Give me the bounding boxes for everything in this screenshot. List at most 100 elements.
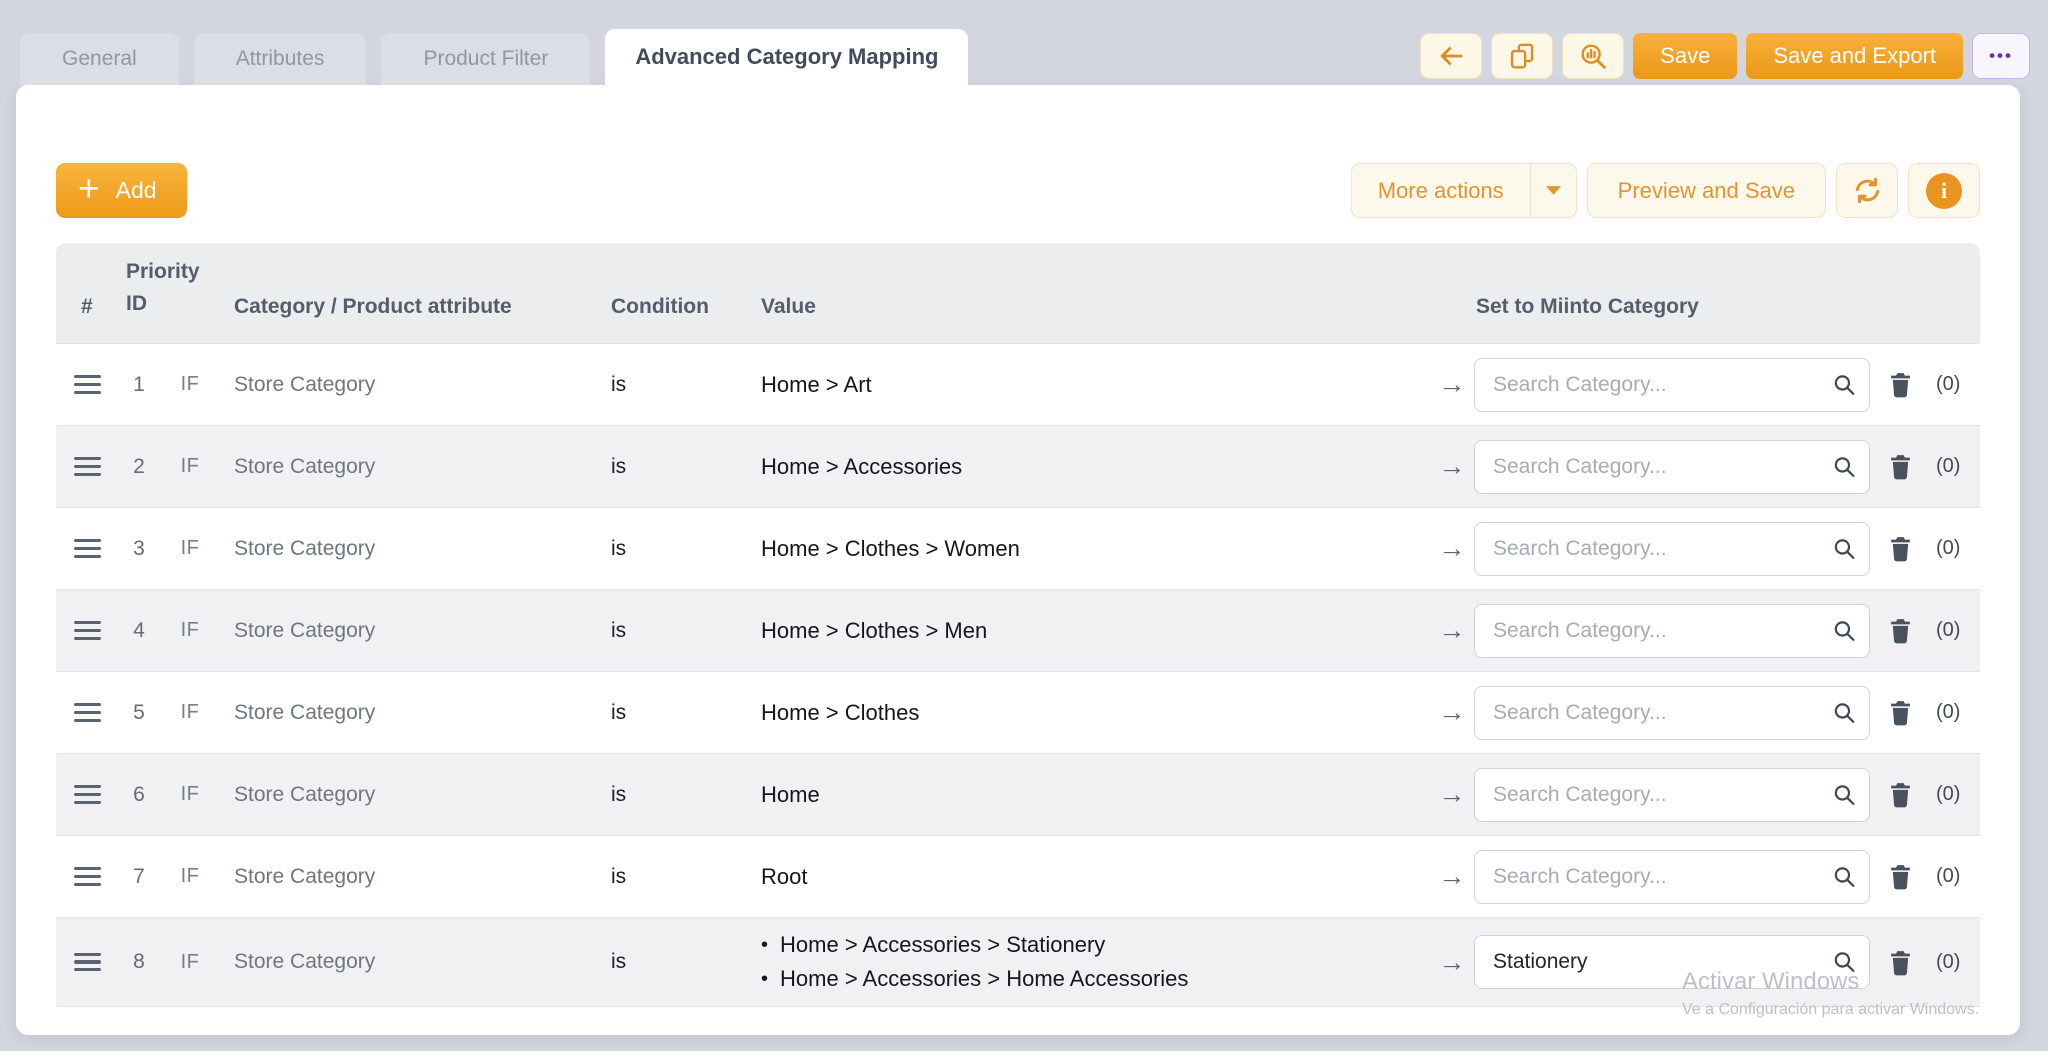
arrow-right-icon: →	[1430, 779, 1474, 810]
ellipsis-icon: •••	[1989, 46, 2013, 66]
table-row: 5 IF Store Category is Home > Clothes → …	[56, 671, 1980, 753]
row-priority-id: 5	[116, 701, 162, 725]
row-category-cell	[1474, 358, 1872, 412]
delete-row-button[interactable]	[1872, 371, 1928, 398]
arrow-right-icon: →	[1430, 451, 1474, 482]
search-icon[interactable]	[1832, 536, 1857, 561]
row-attribute: Store Category	[218, 619, 598, 643]
trash-icon	[1888, 949, 1913, 976]
row-value: Home > Clothes > Women	[748, 522, 1430, 576]
arrow-right-icon: →	[1430, 947, 1474, 978]
row-attribute: Store Category	[218, 537, 598, 561]
drag-handle[interactable]	[56, 867, 116, 886]
search-icon[interactable]	[1832, 864, 1857, 889]
drag-handle[interactable]	[56, 375, 116, 394]
drag-handle-icon	[74, 375, 101, 394]
row-if-label: IF	[162, 537, 218, 560]
table-row: 1 IF Store Category is Home > Art → (0)	[56, 343, 1980, 425]
more-options-button[interactable]: •••	[1972, 33, 2030, 79]
delete-row-button[interactable]	[1872, 699, 1928, 726]
table-header: # Priority ID Category / Product attribu…	[56, 243, 1980, 343]
row-attribute: Store Category	[218, 455, 598, 479]
row-category-cell	[1474, 604, 1872, 658]
drag-handle[interactable]	[56, 457, 116, 476]
trash-icon	[1888, 371, 1913, 398]
table-row: 6 IF Store Category is Home → (0)	[56, 753, 1980, 835]
header-priority-id: Priority ID	[116, 256, 218, 343]
drag-handle[interactable]	[56, 703, 116, 722]
row-priority-id: 7	[116, 865, 162, 889]
arrow-left-icon	[1436, 41, 1466, 71]
category-search-input[interactable]	[1474, 440, 1870, 494]
category-search-input[interactable]	[1474, 768, 1870, 822]
delete-row-button[interactable]	[1872, 535, 1928, 562]
row-condition: is	[598, 865, 748, 889]
delete-row-button[interactable]	[1872, 781, 1928, 808]
drag-handle[interactable]	[56, 539, 116, 558]
more-actions-button[interactable]: More actions	[1351, 163, 1531, 218]
header-set-to-category: Set to Miinto Category	[1474, 295, 1872, 343]
drag-handle[interactable]	[56, 785, 116, 804]
row-condition: is	[598, 783, 748, 807]
search-icon[interactable]	[1832, 454, 1857, 479]
row-if-label: IF	[162, 783, 218, 806]
save-and-export-button[interactable]: Save and Export	[1746, 33, 1963, 79]
tab-attributes[interactable]: Attributes	[194, 33, 367, 85]
category-search-input[interactable]	[1474, 522, 1870, 576]
tab-general[interactable]: General	[20, 33, 179, 85]
row-priority-id: 4	[116, 619, 162, 643]
info-button[interactable]: i	[1908, 163, 1980, 218]
table-row: 8 IF Store Category is •Home > Accessori…	[56, 917, 1980, 1007]
row-match-count: (0)	[1928, 373, 1980, 396]
drag-handle-icon	[74, 953, 101, 972]
row-if-label: IF	[162, 701, 218, 724]
category-search-input[interactable]	[1474, 935, 1870, 989]
category-search-input[interactable]	[1474, 604, 1870, 658]
table-row: 3 IF Store Category is Home > Clothes > …	[56, 507, 1980, 589]
category-search-input[interactable]	[1474, 358, 1870, 412]
copy-icon	[1507, 41, 1537, 71]
search-icon[interactable]	[1832, 782, 1857, 807]
search-icon[interactable]	[1832, 372, 1857, 397]
row-condition: is	[598, 701, 748, 725]
row-condition: is	[598, 373, 748, 397]
row-if-label: IF	[162, 619, 218, 642]
more-actions-dropdown-button[interactable]	[1531, 163, 1577, 218]
delete-row-button[interactable]	[1872, 617, 1928, 644]
search-icon[interactable]	[1832, 618, 1857, 643]
search-icon[interactable]	[1832, 950, 1857, 975]
tab-advanced-category-mapping[interactable]: Advanced Category Mapping	[605, 29, 968, 85]
trash-icon	[1888, 781, 1913, 808]
row-condition: is	[598, 455, 748, 479]
row-value: Home > Clothes > Men	[748, 604, 1430, 658]
tab-bar: General Attributes Product Filter Advanc…	[20, 33, 968, 85]
add-button[interactable]: + Add	[56, 163, 187, 218]
refresh-icon	[1853, 176, 1882, 205]
delete-row-button[interactable]	[1872, 863, 1928, 890]
drag-handle[interactable]	[56, 621, 116, 640]
mapping-table: # Priority ID Category / Product attribu…	[56, 243, 1980, 1007]
duplicate-button[interactable]	[1491, 33, 1553, 79]
row-match-count: (0)	[1928, 865, 1980, 888]
row-if-label: IF	[162, 865, 218, 888]
row-match-count: (0)	[1928, 455, 1980, 478]
tab-product-filter[interactable]: Product Filter	[381, 33, 590, 85]
search-icon[interactable]	[1832, 700, 1857, 725]
delete-row-button[interactable]	[1872, 453, 1928, 480]
back-button[interactable]	[1420, 33, 1482, 79]
row-match-count: (0)	[1928, 783, 1980, 806]
category-search-input[interactable]	[1474, 850, 1870, 904]
row-category-cell	[1474, 686, 1872, 740]
row-value: Home > Accessories	[748, 440, 1430, 494]
preview-and-save-button[interactable]: Preview and Save	[1587, 163, 1826, 218]
drag-handle[interactable]	[56, 953, 116, 972]
category-search-input[interactable]	[1474, 686, 1870, 740]
save-button[interactable]: Save	[1633, 33, 1737, 79]
row-value: Root	[748, 850, 1430, 904]
delete-row-button[interactable]	[1872, 949, 1928, 976]
row-match-count: (0)	[1928, 701, 1980, 724]
refresh-button[interactable]	[1836, 163, 1898, 218]
table-actions: More actions Preview and Save i	[1351, 163, 1980, 218]
arrow-right-icon: →	[1430, 369, 1474, 400]
inspect-button[interactable]	[1562, 33, 1624, 79]
